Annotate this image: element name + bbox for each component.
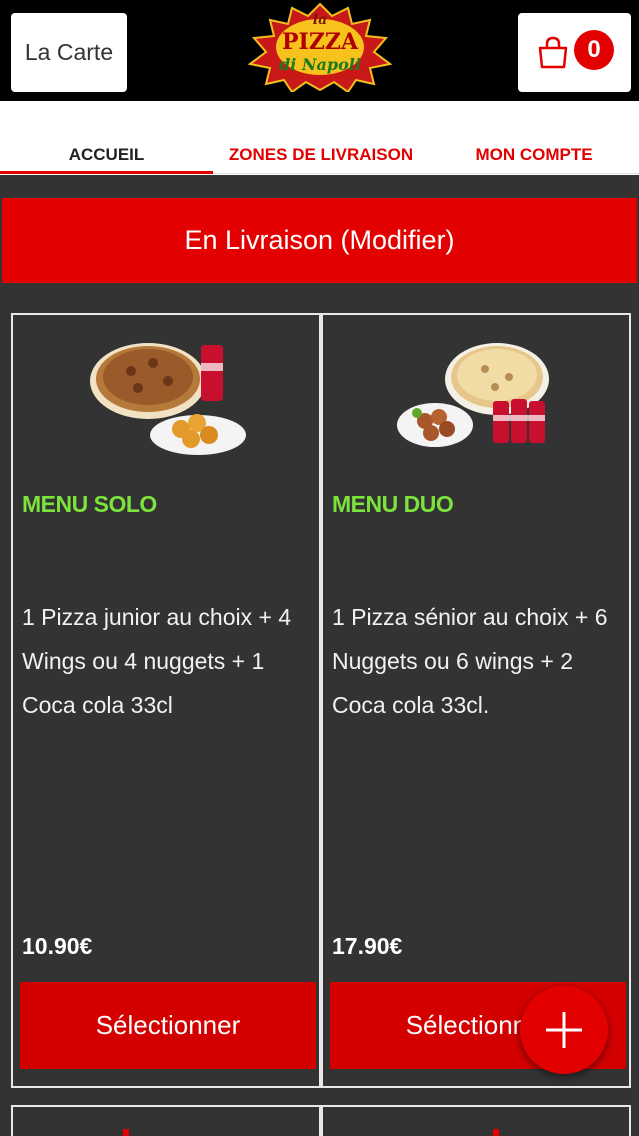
- select-button[interactable]: Sélectionner: [20, 982, 316, 1069]
- menu-duo-image: [397, 343, 549, 447]
- app-header: La Carte la PIZZA di Napoli 0: [0, 0, 639, 101]
- tab-zones-de-livraison[interactable]: ZONES DE LIVRAISON: [213, 145, 429, 165]
- svg-text:di Napoli: di Napoli: [279, 55, 361, 74]
- tab-divider: [213, 173, 639, 174]
- delivery-mode-banner[interactable]: En Livraison (Modifier): [2, 198, 637, 283]
- tab-mon-compte[interactable]: MON COMPTE: [429, 145, 639, 165]
- product-description: 1 Pizza sénior au choix + 6 Nuggets ou 6…: [332, 604, 608, 718]
- tab-accueil[interactable]: ACCUEIL: [0, 145, 213, 165]
- product-card-menu-solo: MENU SOLO 1 Pizza junior au choix + 4 Wi…: [11, 313, 321, 1088]
- product-price: 17.90€: [332, 933, 403, 959]
- product-description: 1 Pizza junior au choix + 4 Wings ou 4 n…: [22, 604, 292, 718]
- cart-button[interactable]: 0: [518, 13, 631, 92]
- partial-image: [493, 1129, 499, 1136]
- svg-text:la: la: [313, 12, 327, 28]
- plus-icon: [546, 1012, 582, 1048]
- add-fab-button[interactable]: [520, 986, 608, 1074]
- pizza-logo[interactable]: la PIZZA di Napoli: [240, 2, 400, 92]
- product-title: MENU SOLO: [22, 491, 157, 517]
- product-card-partial: [11, 1105, 321, 1136]
- svg-text:PIZZA: PIZZA: [282, 29, 359, 55]
- product-title: MENU DUO: [332, 491, 454, 517]
- menu-solo-image: [90, 343, 246, 455]
- cart-count-badge: 0: [574, 30, 614, 70]
- active-tab-indicator: [0, 171, 213, 174]
- product-card-partial: [321, 1105, 631, 1136]
- partial-image: [123, 1129, 129, 1136]
- product-card-menu-duo: MENU DUO 1 Pizza sénior au choix + 6 Nug…: [321, 313, 631, 1088]
- navigation-tabs: ACCUEIL ZONES DE LIVRAISON MON COMPTE: [0, 101, 639, 175]
- product-price: 10.90€: [22, 933, 93, 959]
- shopping-bag-icon: [538, 36, 568, 69]
- la-carte-button[interactable]: La Carte: [11, 13, 127, 92]
